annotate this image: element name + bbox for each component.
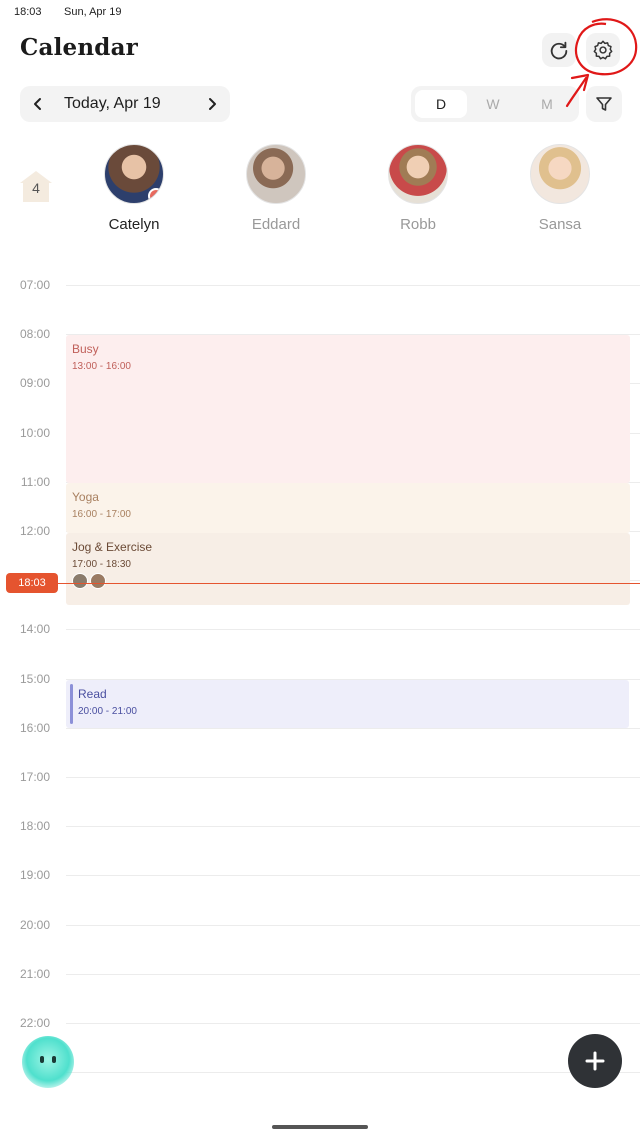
member-robb[interactable]: Robb bbox=[373, 144, 463, 233]
member-name: Eddard bbox=[251, 216, 301, 233]
status-bar: 18:03 Sun, Apr 19 bbox=[0, 0, 640, 24]
avatar bbox=[246, 144, 306, 204]
hour-gridline bbox=[66, 777, 640, 778]
event-time: 13:00 - 16:00 bbox=[72, 361, 131, 372]
household-count: 4 bbox=[32, 180, 40, 196]
assistant-button[interactable] bbox=[22, 1036, 74, 1088]
hour-gridline bbox=[66, 826, 640, 828]
current-time-line bbox=[58, 583, 640, 584]
view-option-day[interactable]: D bbox=[415, 90, 467, 118]
hour-gridline bbox=[66, 1072, 640, 1074]
settings-button[interactable] bbox=[586, 33, 620, 67]
event-time: 20:00 - 21:00 bbox=[78, 706, 137, 717]
filter-button[interactable] bbox=[586, 86, 622, 122]
member-sansa[interactable]: Sansa bbox=[515, 144, 605, 233]
event-title: Jog & Exercise bbox=[72, 540, 153, 554]
day-timeline[interactable]: 07:0008:0009:0010:0011:0012:0013:0014:00… bbox=[0, 262, 640, 1092]
hour-label: 15:00 bbox=[19, 671, 50, 686]
event-jog-exercise[interactable]: Jog & Exercise 17:00 - 18:30 bbox=[66, 533, 630, 605]
avatar bbox=[388, 144, 448, 204]
status-date: Sun, Apr 19 bbox=[64, 6, 122, 18]
home-indicator bbox=[272, 1125, 368, 1129]
view-option-week[interactable]: W bbox=[467, 90, 519, 118]
hour-label: 10:00 bbox=[19, 425, 50, 440]
hour-label: 16:00 bbox=[19, 720, 50, 735]
event-title: Busy bbox=[72, 342, 99, 356]
status-time: 18:03 bbox=[14, 6, 42, 18]
avatar bbox=[104, 144, 164, 204]
hour-label: 22:00 bbox=[19, 1016, 50, 1030]
event-title: Read bbox=[78, 687, 107, 701]
prev-day-button[interactable] bbox=[22, 86, 54, 122]
event-title: Yoga bbox=[72, 490, 99, 504]
member-catelyn[interactable]: Catelyn bbox=[89, 144, 179, 233]
member-name: Sansa bbox=[538, 216, 582, 233]
assistant-eye bbox=[40, 1056, 44, 1063]
date-navigator: Today, Apr 19 bbox=[20, 86, 230, 122]
member-eddard[interactable]: Eddard bbox=[231, 144, 321, 233]
attendee-avatar bbox=[90, 573, 106, 589]
chevron-right-icon bbox=[209, 98, 216, 110]
member-name: Robb bbox=[400, 216, 436, 233]
hour-gridline bbox=[66, 1023, 640, 1024]
assistant-eye bbox=[52, 1056, 56, 1063]
attendee-avatar bbox=[72, 573, 88, 589]
hour-label: 18:00 bbox=[19, 819, 50, 834]
household-button[interactable]: 4 bbox=[16, 166, 56, 206]
event-accent-bar bbox=[70, 684, 73, 724]
refresh-button[interactable] bbox=[542, 33, 576, 67]
filter-icon bbox=[596, 97, 612, 111]
hour-label: 20:00 bbox=[19, 917, 50, 932]
hour-label: 12:00 bbox=[19, 524, 50, 538]
page-title: Calendar bbox=[20, 34, 139, 61]
current-date-label[interactable]: Today, Apr 19 bbox=[64, 95, 161, 113]
hour-gridline bbox=[66, 924, 640, 926]
plus-icon bbox=[585, 1051, 605, 1071]
event-time: 16:00 - 17:00 bbox=[72, 509, 131, 520]
hour-gridline bbox=[66, 629, 640, 631]
current-time-badge: 18:03 bbox=[6, 573, 58, 593]
view-option-month[interactable]: M bbox=[521, 90, 573, 118]
add-event-button[interactable] bbox=[568, 1034, 622, 1088]
event-time: 17:00 - 18:30 bbox=[72, 559, 131, 570]
event-read[interactable]: Read 20:00 - 21:00 bbox=[66, 680, 629, 728]
chevron-left-icon bbox=[34, 98, 41, 110]
status-dot bbox=[148, 188, 163, 203]
hour-label: 17:00 bbox=[19, 770, 50, 784]
hour-gridline bbox=[66, 285, 640, 286]
hour-label: 11:00 bbox=[20, 474, 50, 489]
event-yoga[interactable]: Yoga 16:00 - 17:00 bbox=[66, 483, 630, 533]
avatar bbox=[530, 144, 590, 204]
next-day-button[interactable] bbox=[196, 86, 228, 122]
hour-gridline bbox=[66, 875, 640, 877]
gear-icon bbox=[593, 40, 613, 60]
hour-label: 21:00 bbox=[19, 966, 50, 981]
hour-label: 07:00 bbox=[19, 278, 50, 292]
event-busy[interactable]: Busy 13:00 - 16:00 bbox=[66, 335, 630, 483]
hour-gridline bbox=[66, 973, 640, 975]
view-toggle: D W M bbox=[411, 86, 579, 122]
refresh-icon bbox=[550, 41, 568, 60]
hour-label: 19:00 bbox=[19, 868, 50, 883]
hour-label: 09:00 bbox=[19, 376, 50, 391]
hour-label: 08:00 bbox=[19, 327, 50, 342]
hour-label: 14:00 bbox=[19, 622, 50, 637]
member-name: Catelyn bbox=[108, 216, 160, 233]
